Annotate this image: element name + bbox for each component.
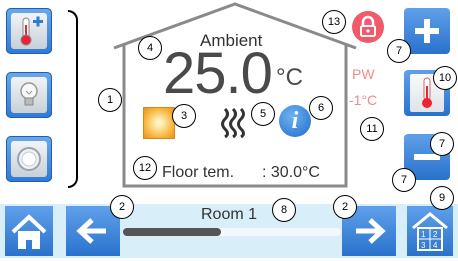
light-button[interactable] <box>6 72 52 118</box>
ambient-temperature: 25.0 <box>163 41 273 106</box>
home-button[interactable] <box>5 206 53 256</box>
svg-text:3: 3 <box>421 241 426 250</box>
thermometer-plus-icon <box>11 13 47 49</box>
floor-label: Floor tem. <box>162 164 235 181</box>
circle-button-icon <box>11 141 47 177</box>
callout-9: 9 <box>430 186 454 210</box>
floor-value: : 30.0°C <box>262 164 320 181</box>
svg-text:4: 4 <box>433 241 438 250</box>
round-button[interactable] <box>6 136 52 182</box>
callout-10: 10 <box>433 66 457 90</box>
plus-icon <box>415 19 439 43</box>
home-icon <box>11 214 47 249</box>
pw-label: PW <box>352 66 375 82</box>
callout-2-left: 2 <box>110 195 134 219</box>
callout-3: 3 <box>172 104 196 128</box>
callout-6: 6 <box>309 96 333 120</box>
callout-4: 4 <box>138 36 162 60</box>
room-grid-icon: 1 2 3 4 <box>412 212 448 251</box>
callout-5: 5 <box>251 102 275 126</box>
bulb-icon <box>11 77 47 113</box>
sun-icon <box>143 107 175 139</box>
heating-icon <box>221 107 245 139</box>
room-overview-button[interactable]: 1 2 3 4 <box>407 206 453 256</box>
callout-11: 11 <box>360 117 384 141</box>
callout-13: 13 <box>322 10 346 34</box>
lock-icon[interactable] <box>352 11 384 43</box>
sidebar-brace <box>68 10 78 188</box>
increase-button[interactable] <box>404 8 450 54</box>
callout-7-bottom: 7 <box>392 168 416 192</box>
room-name: Room 1 <box>201 206 258 223</box>
pw-offset: -1°C <box>349 92 378 108</box>
callout-7-plus: 7 <box>387 39 411 63</box>
callout-2-right: 2 <box>333 195 357 219</box>
callout-12: 12 <box>133 156 157 180</box>
room-progress-fill <box>123 228 222 236</box>
callout-8: 8 <box>272 198 296 222</box>
svg-text:2: 2 <box>433 230 438 239</box>
svg-text:1: 1 <box>421 230 426 239</box>
info-icon[interactable]: i <box>279 105 311 137</box>
set-temperature-button[interactable] <box>6 8 52 54</box>
ambient-unit: °C <box>276 64 303 91</box>
callout-7-minus: 7 <box>430 132 454 156</box>
room-progress-track <box>123 228 341 236</box>
